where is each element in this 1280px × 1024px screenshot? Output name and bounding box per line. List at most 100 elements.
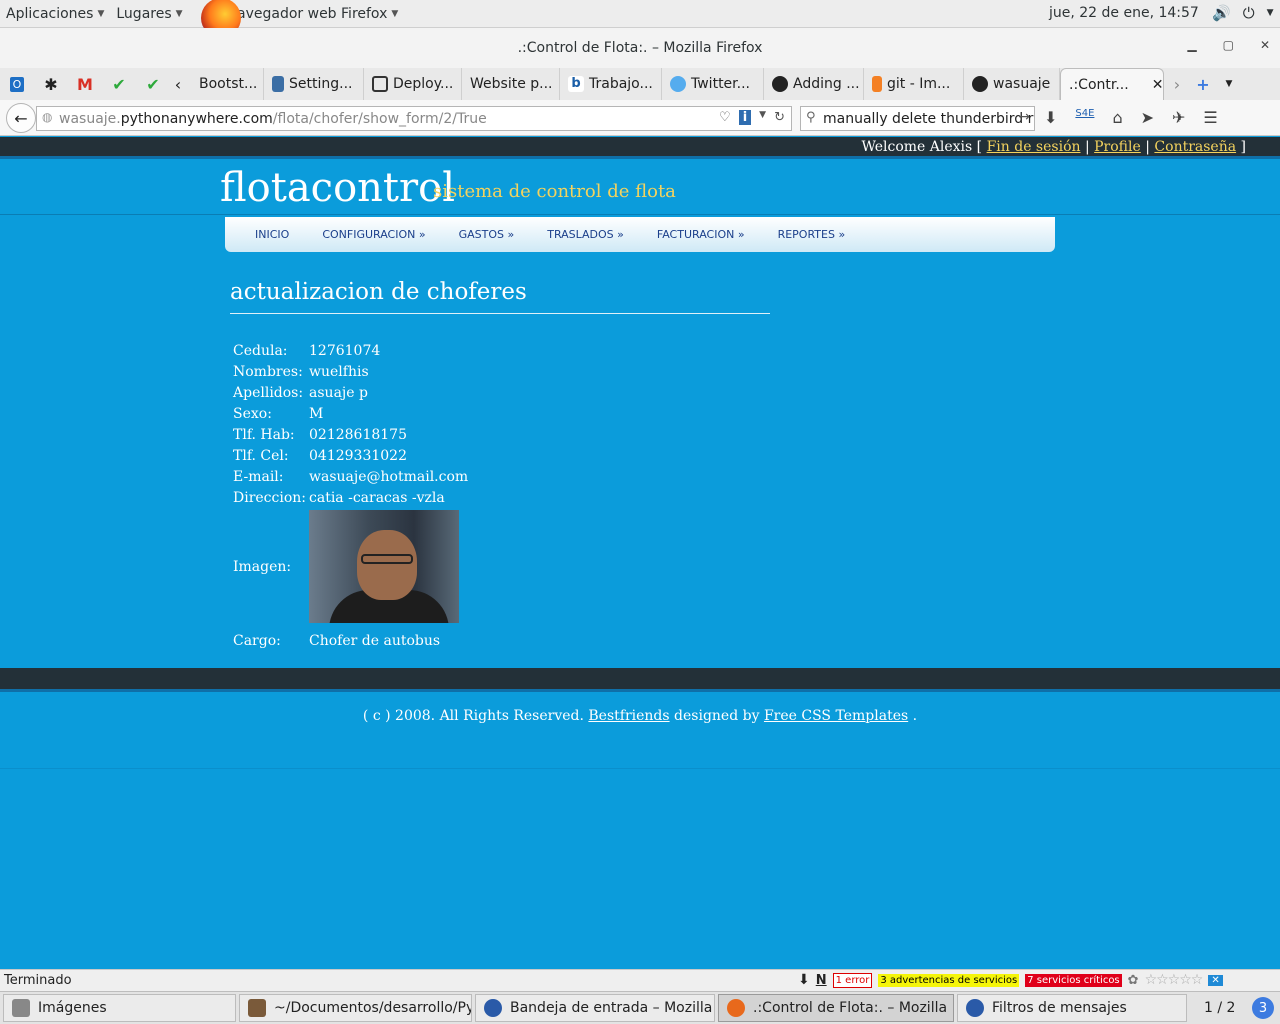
power-icon[interactable]: ⏻ xyxy=(1243,4,1255,22)
table-row: Nombres: wuelfhis xyxy=(233,361,468,382)
applications-menu[interactable]: Aplicaciones ▼ xyxy=(0,6,110,22)
tab-twitter[interactable]: Twitter... xyxy=(662,68,764,100)
x-icon[interactable]: ✕ xyxy=(1208,974,1223,986)
close-icon[interactable]: ✕ xyxy=(1260,38,1270,52)
apellidos-value: asuaje p xyxy=(309,384,368,401)
rating-stars[interactable]: ☆☆☆☆☆ xyxy=(1145,972,1204,988)
places-menu[interactable]: Lugares ▼ xyxy=(110,6,188,22)
menu-item-facturacion[interactable]: FACTURACION » xyxy=(657,228,745,241)
table-row: Cargo: Chofer de autobus xyxy=(233,625,468,657)
download-icon[interactable]: ⬇ xyxy=(1044,108,1057,127)
site-logo[interactable]: flotacontrol xyxy=(220,165,455,211)
task-firefox[interactable]: .:Control de Flota:. – Mozilla ... xyxy=(718,994,954,1022)
url-bar[interactable]: ◍ wasuaje. pythonanywhere.com/flota/chofe… xyxy=(36,106,792,131)
task-filtros[interactable]: Filtros de mensajes xyxy=(957,994,1187,1022)
tab-control-flota[interactable]: .:Contr... ✕ xyxy=(1060,68,1164,100)
arrow-left-icon: ← xyxy=(14,108,28,128)
tab-label: Bootst... xyxy=(199,76,258,92)
tab-list-icon[interactable]: ▼ xyxy=(1216,68,1242,100)
footer-period: . xyxy=(912,708,918,724)
separator: | xyxy=(1084,138,1090,155)
critical-badge[interactable]: 7 servicios críticos xyxy=(1025,973,1122,987)
tab-website[interactable]: Website p... xyxy=(462,68,560,100)
main-menu: INICIO CONFIGURACION » GASTOS » TRASLADO… xyxy=(225,217,1055,252)
addon-icon[interactable]: ✈ xyxy=(1172,108,1185,127)
chevron-right-icon[interactable]: › xyxy=(1164,68,1190,100)
check-icon[interactable]: ✔ xyxy=(102,68,136,100)
maximize-icon[interactable]: ▢ xyxy=(1223,38,1234,52)
minimize-icon[interactable]: ▁ xyxy=(1187,38,1196,52)
field-label: Direccion: xyxy=(233,489,307,506)
chevron-down-icon[interactable]: ▼ xyxy=(759,110,766,125)
reload-icon[interactable]: ↻ xyxy=(774,110,785,125)
field-label: Apellidos: xyxy=(233,384,304,401)
task-editor[interactable]: ~/Documentos/desarrollo/Py... xyxy=(239,994,472,1022)
field-label: Sexo: xyxy=(233,405,272,422)
send-icon[interactable]: ➤ xyxy=(1141,108,1154,127)
menu-item-reportes[interactable]: REPORTES » xyxy=(778,228,846,241)
table-row: Tlf. Hab: 02128618175 xyxy=(233,424,468,445)
page-title: actualizacion de choferes xyxy=(230,279,527,305)
places-label: Lugares xyxy=(116,5,172,22)
tab-deploy[interactable]: Deploy... xyxy=(364,68,462,100)
menu-item-configuracion[interactable]: CONFIGURACION » xyxy=(322,228,425,241)
logout-link[interactable]: Fin de sesión xyxy=(987,139,1081,155)
download-icon[interactable]: ⬇ xyxy=(798,972,810,988)
thunderbird-icon xyxy=(484,999,502,1017)
chevron-down-icon[interactable]: ▼ xyxy=(1267,4,1274,22)
new-tab-icon[interactable]: + xyxy=(1190,68,1216,100)
profile-link[interactable]: Profile xyxy=(1094,139,1141,155)
tab-trabajo[interactable]: b Trabajo... xyxy=(560,68,662,100)
chevron-left-icon[interactable]: ‹ xyxy=(170,68,186,100)
clock[interactable]: jue, 22 de ene, 14:57 xyxy=(1049,5,1199,21)
field-label: Cedula: xyxy=(233,342,288,359)
menu-item-gastos[interactable]: GASTOS » xyxy=(459,228,515,241)
bestfriends-link[interactable]: Bestfriends xyxy=(588,708,669,724)
task-thunderbird-inbox[interactable]: Bandeja de entrada – Mozilla ... xyxy=(475,994,715,1022)
volume-icon[interactable]: 🔊 xyxy=(1212,4,1231,22)
s4e-icon[interactable]: S4E xyxy=(1075,108,1094,127)
email-value: wasuaje@hotmail.com xyxy=(309,468,469,485)
system-tray[interactable]: 🔊 ⏻ ▼ xyxy=(1212,4,1273,22)
menu-item-inicio[interactable]: INICIO xyxy=(255,228,289,241)
info-icon[interactable]: i xyxy=(738,110,752,125)
workspace-indicator[interactable]: 1 / 2 xyxy=(1204,1000,1235,1016)
tab-wasuaje[interactable]: wasuaje xyxy=(964,68,1060,100)
table-row: Sexo: M xyxy=(233,403,468,424)
menu-icon[interactable]: ☰ xyxy=(1203,108,1217,127)
tab-bootstrap[interactable]: Bootst... xyxy=(186,68,264,100)
puzzle-icon[interactable]: ✿ xyxy=(1128,973,1139,988)
error-badge[interactable]: 1 error xyxy=(832,972,873,988)
tlf-cel-value: 04129331022 xyxy=(309,447,407,464)
warnings-badge[interactable]: 3 advertencias de servicios xyxy=(878,973,1020,987)
tab-git[interactable]: git - Im... xyxy=(864,68,964,100)
close-tab-icon[interactable]: ✕ xyxy=(1152,77,1163,93)
tab-label: Deploy... xyxy=(393,76,454,92)
cedula-value: 12761074 xyxy=(309,342,381,359)
accessibility-icon[interactable]: ✱ xyxy=(34,68,68,100)
welcome-text: Welcome Alexis [ xyxy=(861,138,983,155)
free-css-templates-link[interactable]: Free CSS Templates xyxy=(764,708,908,724)
search-bar[interactable]: ⚲ manually delete thunderbird r → xyxy=(800,106,1035,131)
arrow-right-icon[interactable]: → xyxy=(1018,109,1030,125)
search-input[interactable]: manually delete thunderbird r xyxy=(823,111,1033,127)
n-icon[interactable]: N xyxy=(816,973,827,988)
gmail-icon[interactable]: M xyxy=(68,68,102,100)
window-titlebar[interactable]: .:Control de Flota:. – Mozilla Firefox ▁… xyxy=(0,28,1280,68)
notification-badge[interactable]: 3 xyxy=(1252,997,1274,1019)
password-link[interactable]: Contraseña xyxy=(1154,139,1236,155)
menu-item-traslados[interactable]: TRASLADOS » xyxy=(547,228,624,241)
tab-settings[interactable]: Setting... xyxy=(264,68,364,100)
back-button[interactable]: ← xyxy=(6,103,36,133)
tab-adding[interactable]: Adding ... xyxy=(764,68,864,100)
pocket-icon[interactable]: ♡ xyxy=(719,110,731,125)
home-icon[interactable]: ⌂ xyxy=(1112,108,1122,127)
active-app-menu[interactable]: Navegador web Firefox ▼ xyxy=(221,6,405,22)
task-label: ~/Documentos/desarrollo/Py... xyxy=(274,1000,472,1016)
task-imagenes[interactable]: Imágenes xyxy=(3,994,236,1022)
check-icon[interactable]: ✔ xyxy=(136,68,170,100)
outlook-icon[interactable]: O xyxy=(0,68,34,100)
task-label: Filtros de mensajes xyxy=(992,1000,1127,1016)
copyright-text: ( c ) 2008. All Rights Reserved. xyxy=(362,708,584,724)
photo-cell xyxy=(309,508,468,625)
